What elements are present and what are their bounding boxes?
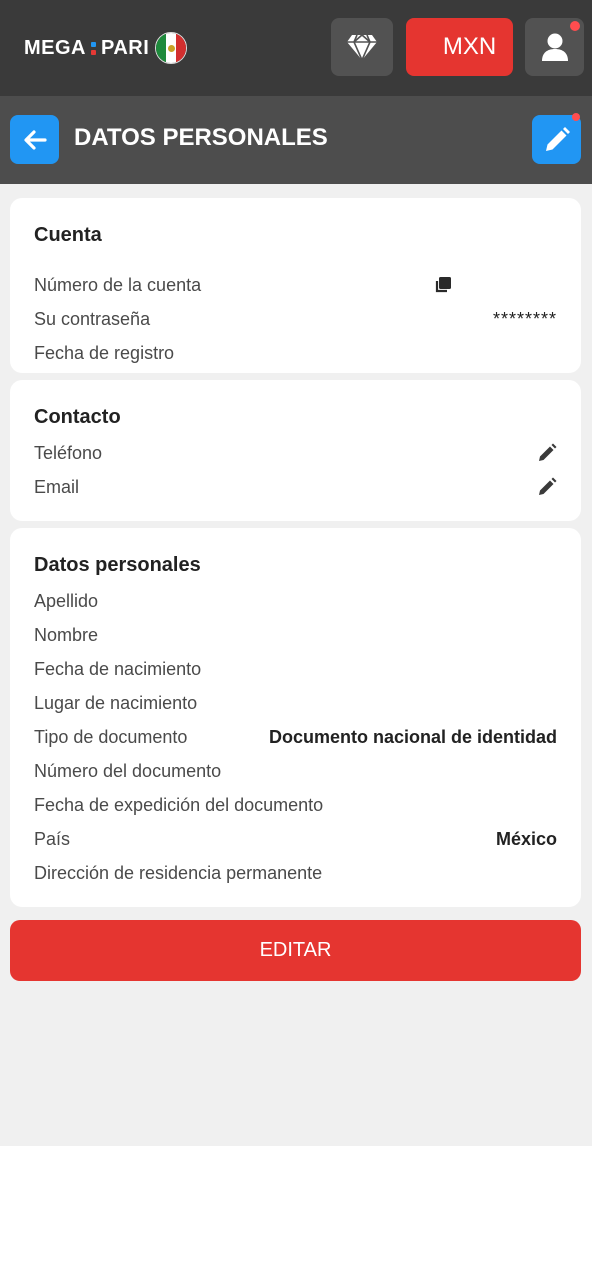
surname-label: Apellido <box>34 590 99 611</box>
password-row: Su contraseña ******** <box>34 302 557 336</box>
birth-date-label: Fecha de nacimiento <box>34 658 202 679</box>
phone-label: Teléfono <box>34 442 103 463</box>
account-number-label: Número de la cuenta <box>34 274 202 295</box>
account-title: Cuenta <box>34 224 102 246</box>
account-number-row: Número de la cuenta <box>34 268 557 302</box>
document-issue-date-label: Fecha de expedición del documento <box>34 794 324 815</box>
edit-phone-icon[interactable] <box>537 443 557 463</box>
name-row: Nombre <box>34 618 557 652</box>
page-title: DATOS PERSONALES <box>74 124 328 151</box>
birth-place-label: Lugar de nacimiento <box>34 692 198 713</box>
account-card: Cuenta Número de la cuenta Su contraseña… <box>10 198 581 373</box>
country-label: País <box>34 828 71 849</box>
document-type-label: Tipo de documento <box>34 726 188 747</box>
email-label: Email <box>34 476 80 497</box>
surname-row: Apellido <box>34 584 557 618</box>
edit-button[interactable]: EDITAR <box>10 920 581 981</box>
registration-date-label: Fecha de registro <box>34 342 175 363</box>
password-label: Su contraseña <box>34 308 151 329</box>
logo-text-left: MEGA <box>24 36 86 59</box>
personal-data-card: Datos personales Apellido Nombre Fecha d… <box>10 528 581 907</box>
birth-place-row: Lugar de nacimiento <box>34 686 557 720</box>
address-label: Dirección de residencia permanente <box>34 862 323 883</box>
megapari-logo[interactable]: MEGA PARI <box>24 30 188 66</box>
copy-icon[interactable] <box>434 276 452 294</box>
document-type-row: Tipo de documento Documento nacional de … <box>34 720 557 754</box>
contact-card: Contacto Teléfono Email <box>10 380 581 521</box>
country-value: México <box>495 828 557 849</box>
top-bar: MEGA PARI MXN <box>0 0 592 96</box>
name-label: Nombre <box>34 624 99 645</box>
country-row: País México <box>34 822 557 856</box>
phone-row: Teléfono <box>34 436 557 470</box>
registration-date-row: Fecha de registro <box>34 336 557 370</box>
vip-button[interactable] <box>331 18 393 76</box>
back-button[interactable] <box>10 115 59 164</box>
personal-data-title: Datos personales <box>34 554 201 576</box>
currency-button[interactable]: MXN <box>406 18 513 76</box>
logo-separator <box>91 41 96 55</box>
page-header: DATOS PERSONALES <box>0 96 592 184</box>
email-row: Email <box>34 470 557 504</box>
edit-profile-button[interactable] <box>532 113 581 164</box>
edit-email-icon[interactable] <box>537 477 557 497</box>
arrow-left-icon <box>23 129 47 150</box>
profile-content: Cuenta Número de la cuenta Su contraseña… <box>0 184 592 1146</box>
pencil-icon <box>543 126 571 154</box>
birth-date-row: Fecha de nacimiento <box>34 652 557 686</box>
logo-text-right: PARI <box>101 36 150 59</box>
diamond-icon <box>346 33 378 61</box>
mexico-flag-icon <box>155 32 188 64</box>
document-issue-date-row: Fecha de expedición del documento <box>34 788 557 822</box>
password-value: ******** <box>492 308 557 329</box>
document-number-label: Número del documento <box>34 760 222 781</box>
notification-dot <box>572 113 580 121</box>
currency-label: MXN <box>442 33 497 60</box>
document-number-row: Número del documento <box>34 754 557 788</box>
profile-button[interactable] <box>525 18 584 76</box>
document-type-value: Documento nacional de identidad <box>268 726 557 747</box>
contact-title: Contacto <box>34 406 121 428</box>
address-row: Dirección de residencia permanente <box>34 856 557 890</box>
user-icon <box>541 32 569 62</box>
notification-dot <box>570 21 580 31</box>
